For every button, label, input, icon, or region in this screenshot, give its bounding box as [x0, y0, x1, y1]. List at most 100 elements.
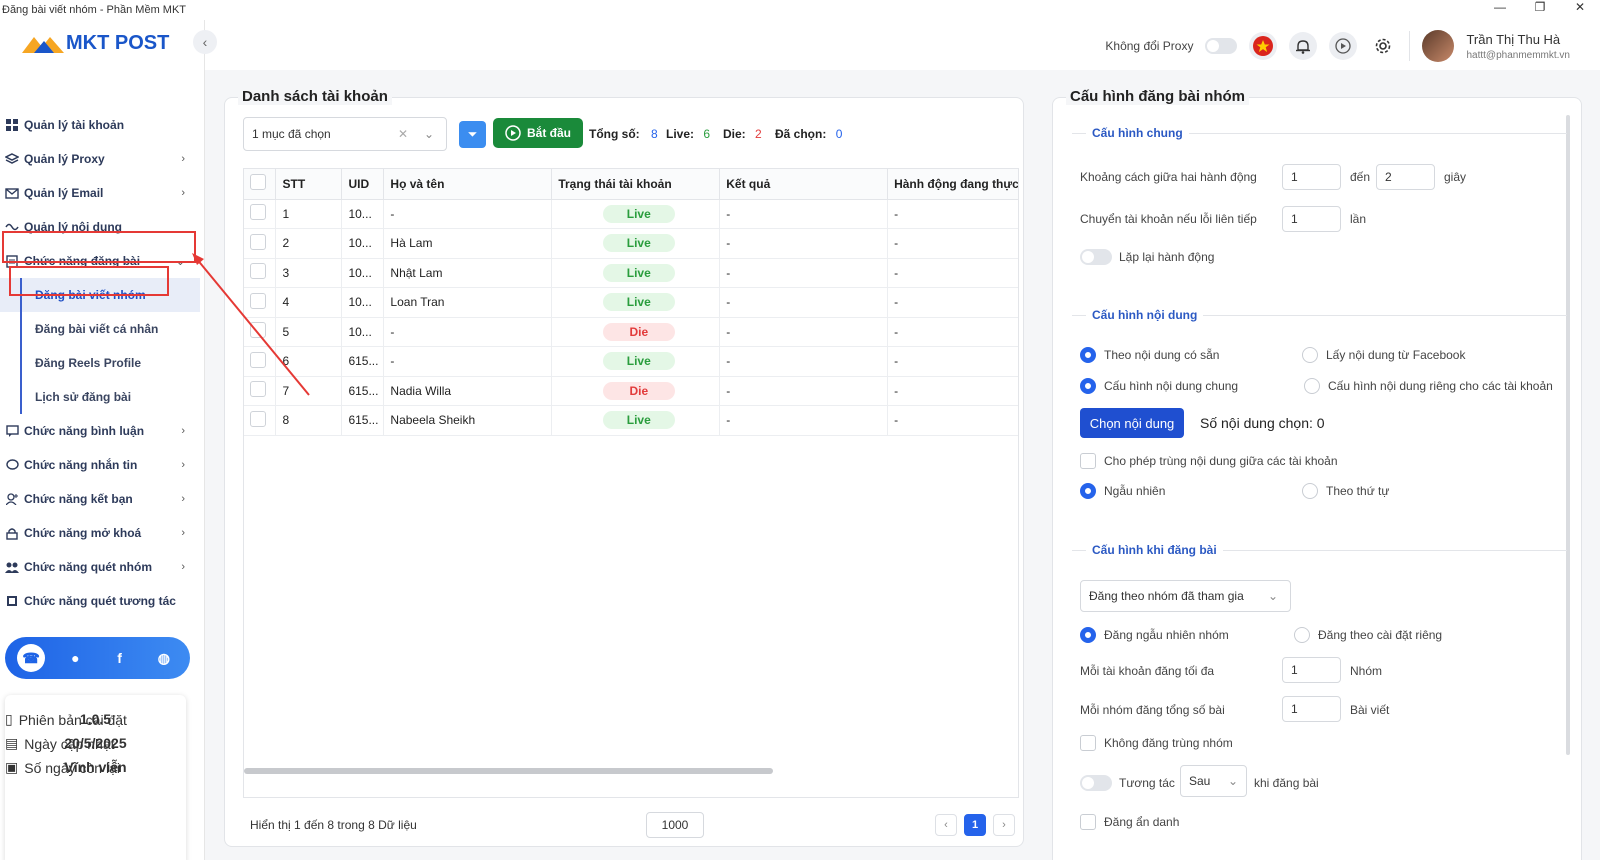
column-header[interactable]: Hành động đang thực h — [887, 169, 1018, 200]
account-select[interactable]: 1 mục đã chọn ✕ ⌄ — [243, 117, 447, 151]
row-checkbox[interactable] — [250, 233, 266, 250]
interact-timing-select[interactable]: Sau ⌄ — [1180, 765, 1247, 797]
column-header[interactable]: STT — [275, 169, 343, 200]
row-checkbox[interactable] — [250, 263, 266, 280]
version-label: Phiên bản cài đặt — [18, 711, 127, 728]
row-checkbox[interactable] — [250, 410, 266, 427]
table-row[interactable]: 6 615... - Live - - — [244, 346, 1018, 377]
interval-from-input[interactable]: 1 — [1282, 164, 1341, 190]
cell-name: Hà Lam — [383, 228, 553, 259]
row-checkbox[interactable] — [250, 322, 266, 339]
sidebar-subitem-reels[interactable]: Đăng Reels Profile — [0, 346, 205, 380]
row-checkbox[interactable] — [250, 351, 266, 368]
sidebar-subitem-history[interactable]: Lịch sử đăng bài — [0, 380, 205, 414]
radio-private-config[interactable] — [1304, 378, 1320, 394]
collapse-sidebar-button[interactable]: ‹ — [193, 30, 217, 54]
radio-facebook-content[interactable] — [1302, 347, 1318, 363]
interact-toggle[interactable] — [1080, 775, 1112, 791]
play-icon[interactable] — [1329, 32, 1358, 60]
table-row[interactable]: 4 10... Loan Tran Live - - — [244, 287, 1018, 318]
table-row[interactable]: 3 10... Nhật Lam Live - - — [244, 258, 1018, 288]
calendar-icon: ▤ — [5, 735, 19, 751]
chevron-right-icon: › — [181, 527, 185, 539]
cell-status: Die — [551, 317, 721, 347]
next-page-button[interactable]: › — [993, 814, 1015, 836]
interval-to-input[interactable]: 2 — [1376, 164, 1435, 190]
sidebar-item-email[interactable]: Quản lý Email › — [0, 176, 205, 210]
sidebar-item-friend[interactable]: Chức năng kết bạn › — [0, 482, 205, 516]
table-row[interactable]: 2 10... Hà Lam Live - - — [244, 228, 1018, 259]
row-checkbox[interactable] — [250, 292, 266, 309]
radio-random[interactable] — [1080, 483, 1096, 499]
column-header[interactable]: Họ và tên — [383, 169, 553, 200]
start-button[interactable]: Bắt đầu — [493, 118, 584, 148]
radio-order[interactable] — [1302, 483, 1318, 499]
config-title: Cấu hình đăng bài nhóm — [1066, 88, 1249, 105]
sidebar-item-proxy[interactable]: Quản lý Proxy › — [0, 142, 205, 176]
days-label: Số ngày còn lại — [24, 759, 120, 776]
cell-name: Nabeela Sheikh — [383, 405, 553, 436]
row-checkbox[interactable] — [250, 204, 266, 221]
support-icon[interactable]: ☎ — [17, 644, 46, 672]
sidebar-item-message[interactable]: Chức năng nhắn tin › — [0, 448, 205, 482]
maximize-button[interactable]: ❐ — [1520, 0, 1560, 14]
interval-label: Khoảng cách giữa hai hành động — [1080, 170, 1257, 184]
row-checkbox[interactable] — [250, 381, 266, 398]
repeat-toggle[interactable] — [1080, 249, 1112, 265]
radio-common-config[interactable] — [1080, 378, 1096, 394]
vietnam-flag-icon[interactable] — [1249, 32, 1278, 60]
sidebar-item-comment[interactable]: Chức năng bình luận › — [0, 414, 205, 448]
gear-icon[interactable] — [1369, 32, 1398, 60]
switch-input[interactable]: 1 — [1282, 206, 1341, 232]
globe-icon[interactable]: ◍ — [150, 644, 178, 672]
column-header[interactable]: Trạng thái tài khoản — [551, 169, 721, 200]
radio-random-group[interactable] — [1080, 627, 1096, 643]
content-heading: Cấu hình nội dung — [1086, 308, 1204, 322]
table-row[interactable]: 8 615... Nabeela Sheikh Live - - — [244, 405, 1018, 436]
close-button[interactable]: ✕ — [1560, 0, 1600, 14]
table-row[interactable]: 5 10... - Die - - — [244, 317, 1018, 347]
filter-clear-button[interactable]: ⏷ — [459, 121, 486, 148]
column-header[interactable]: Kết quả — [719, 169, 889, 200]
zalo-icon[interactable]: ● — [61, 644, 89, 672]
select-all-checkbox[interactable] — [250, 174, 266, 191]
minimize-button[interactable]: — — [1480, 0, 1520, 14]
column-header[interactable]: UID — [341, 169, 385, 200]
posts-per-group-input[interactable]: 1 — [1282, 696, 1341, 722]
facebook-icon[interactable]: f — [106, 644, 134, 672]
message-icon — [5, 458, 19, 472]
email-icon — [5, 186, 19, 200]
horizontal-scrollbar[interactable] — [244, 768, 773, 774]
page-size-input[interactable]: 1000 — [646, 812, 704, 838]
cell-status: Die — [551, 376, 721, 406]
table-row[interactable]: 7 615... Nadia Willa Die - - — [244, 376, 1018, 406]
max-groups-input[interactable]: 1 — [1282, 657, 1341, 683]
cell-name: - — [383, 317, 553, 347]
anonymous-checkbox[interactable] — [1080, 814, 1096, 830]
choose-content-button[interactable]: Chọn nội dung — [1080, 408, 1184, 438]
group-type-select[interactable]: Đăng theo nhóm đã tham gia ⌄ — [1080, 580, 1291, 612]
interact-label: Tương tác — [1119, 776, 1175, 790]
radio-custom-setting[interactable] — [1294, 627, 1310, 643]
bell-icon[interactable] — [1289, 32, 1318, 60]
sidebar-item-interaction-scan[interactable]: Chức năng quét tương tác — [0, 584, 205, 618]
config-scrollbar[interactable] — [1566, 115, 1570, 755]
radio-random-label: Ngẫu nhiên — [1104, 484, 1166, 498]
sidebar-item-unlock[interactable]: Chức năng mở khoá › — [0, 516, 205, 550]
proxy-toggle[interactable] — [1205, 38, 1238, 54]
radio-available-content[interactable] — [1080, 347, 1096, 363]
status-badge: Live — [602, 234, 675, 253]
sidebar-item-accounts[interactable]: Quản lý tài khoản — [0, 108, 205, 142]
group-icon — [5, 560, 19, 574]
update-label: Ngày cập nhật — [24, 735, 115, 752]
no-duplicate-group-checkbox[interactable] — [1080, 735, 1096, 751]
sidebar-subitem-personal-post[interactable]: Đăng bài viết cá nhân — [0, 312, 205, 346]
clear-icon[interactable]: ✕ — [398, 127, 408, 141]
user-info[interactable]: Trần Thị Thu Hà hattt@phanmemmkt.vn — [1466, 32, 1570, 61]
avatar[interactable] — [1422, 30, 1455, 62]
table-row[interactable]: 1 10... - Live - - — [244, 199, 1018, 229]
sidebar-item-group-scan[interactable]: Chức năng quét nhóm › — [0, 550, 205, 584]
allow-duplicate-checkbox[interactable] — [1080, 453, 1096, 469]
page-button-current[interactable]: 1 — [964, 814, 986, 836]
prev-page-button[interactable]: ‹ — [935, 814, 957, 836]
